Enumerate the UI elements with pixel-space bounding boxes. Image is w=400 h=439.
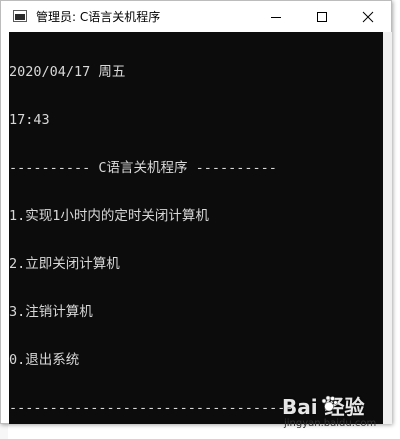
console-menu-option-1: 1.实现1小时内的定时关闭计算机 bbox=[9, 208, 209, 224]
close-button[interactable] bbox=[345, 1, 391, 32]
console-text-block: 2020/04/17 周五 17:43 ---------- C语言关机程序 -… bbox=[9, 32, 379, 424]
console-menu-option-0: 0.退出系统 bbox=[9, 352, 80, 368]
console-date-line: 2020/04/17 周五 bbox=[9, 64, 126, 80]
baidu-jingyan-watermark: Bai 经验 jingyan.baidu.com bbox=[282, 391, 397, 437]
console-menu-option-3: 3.注销计算机 bbox=[9, 304, 93, 320]
close-icon bbox=[362, 11, 374, 22]
console-menu-option-2: 2.立即关闭计算机 bbox=[9, 256, 120, 272]
watermark-url: jingyan.baidu.com bbox=[284, 418, 377, 429]
minimize-icon bbox=[271, 16, 281, 18]
paw-icon bbox=[321, 395, 338, 412]
minimize-button[interactable] bbox=[253, 1, 299, 32]
console-time-line: 17:43 bbox=[9, 112, 50, 128]
maximize-icon bbox=[317, 11, 327, 22]
console-window: 管理员: C语言关机程序 2020/04/17 周五 17:43 -------… bbox=[0, 0, 392, 424]
maximize-button[interactable] bbox=[299, 1, 345, 32]
console-app-icon bbox=[13, 10, 27, 22]
vertical-scrollbar[interactable] bbox=[383, 32, 392, 424]
title-bar[interactable]: 管理员: C语言关机程序 bbox=[1, 1, 391, 32]
window-title: 管理员: C语言关机程序 bbox=[36, 10, 161, 24]
console-menu-header: ---------- C语言关机程序 ---------- bbox=[9, 160, 277, 176]
console-output[interactable]: 2020/04/17 周五 17:43 ---------- C语言关机程序 -… bbox=[9, 32, 383, 424]
